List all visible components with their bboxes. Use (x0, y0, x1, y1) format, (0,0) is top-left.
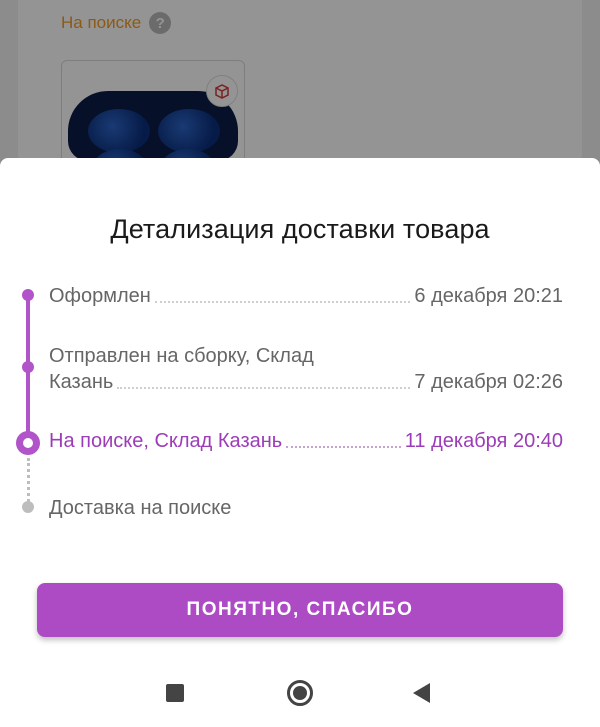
dotted-leader (286, 445, 401, 448)
timeline-connector (26, 300, 30, 370)
confirm-button[interactable]: ПОНЯТНО, СПАСИБО (37, 583, 563, 637)
timeline-dot-pending (22, 501, 34, 513)
timeline-connector-pending (27, 458, 30, 502)
timeline-event-pending: Доставка на поиске (49, 495, 563, 521)
timeline-dot-done (22, 289, 34, 301)
timeline-event: Отправлен на сборку, Склад Казань 7 дека… (49, 343, 563, 395)
system-navigation-bar (0, 660, 600, 727)
timeline-event-current: На поиске, Склад Казань 11 декабря 20:40 (49, 428, 563, 454)
dotted-leader (117, 386, 411, 389)
event-label: На поиске, Склад Казань (49, 430, 283, 452)
event-label: Доставка на поиске (49, 497, 232, 519)
event-label-continued: Казань (49, 371, 114, 393)
timeline-event: Оформлен 6 декабря 20:21 (49, 283, 563, 309)
timeline-connector (26, 370, 30, 438)
back-icon[interactable] (413, 683, 430, 703)
event-date: 11 декабря 20:40 (404, 430, 563, 452)
recent-apps-icon[interactable] (166, 684, 184, 702)
home-icon[interactable] (287, 680, 313, 706)
timeline-dot-done (22, 361, 34, 373)
sheet-title: Детализация доставки товара (110, 214, 490, 244)
timeline-dot-current (16, 431, 40, 455)
event-label: Отправлен на сборку, Склад (49, 345, 314, 367)
event-label: Оформлен (49, 285, 151, 307)
delivery-details-sheet: Детализация доставки товара Оформлен 6 д… (0, 158, 600, 660)
dotted-leader (154, 300, 411, 303)
event-date: 6 декабря 20:21 (414, 285, 563, 307)
event-date: 7 декабря 02:26 (414, 371, 563, 393)
